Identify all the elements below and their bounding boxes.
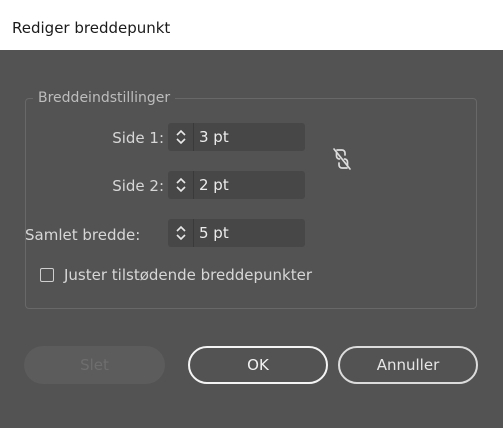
ok-button-label: OK bbox=[247, 356, 269, 374]
side2-stepper[interactable]: 2 pt bbox=[168, 171, 305, 199]
edit-width-point-dialog: Rediger breddepunkt Breddeindstillinger … bbox=[0, 0, 503, 428]
cancel-button-label: Annuller bbox=[376, 356, 440, 374]
side2-label: Side 2: bbox=[112, 177, 164, 195]
ok-button[interactable]: OK bbox=[188, 346, 328, 384]
dialog-title: Rediger breddepunkt bbox=[12, 19, 171, 37]
total-width-label: Samlet bredde: bbox=[25, 226, 141, 244]
total-width-value[interactable]: 5 pt bbox=[199, 223, 229, 243]
delete-button[interactable]: Slet bbox=[24, 346, 165, 384]
side1-stepper[interactable]: 3 pt bbox=[168, 123, 305, 151]
total-width-stepper[interactable]: 5 pt bbox=[168, 219, 305, 247]
side1-label: Side 1: bbox=[112, 129, 164, 147]
side1-spin-icon[interactable] bbox=[168, 123, 194, 151]
width-settings-legend: Breddeindstillinger bbox=[33, 89, 176, 107]
total-width-spin-icon[interactable] bbox=[168, 219, 194, 247]
adjust-adjacent-checkbox[interactable] bbox=[40, 268, 54, 282]
delete-button-label: Slet bbox=[80, 356, 109, 374]
side2-spin-icon[interactable] bbox=[168, 171, 194, 199]
side1-value[interactable]: 3 pt bbox=[199, 127, 229, 147]
side2-value[interactable]: 2 pt bbox=[199, 175, 229, 195]
cancel-button[interactable]: Annuller bbox=[338, 346, 478, 384]
unlink-chain-icon[interactable] bbox=[330, 146, 354, 172]
dialog-titlebar: Rediger breddepunkt bbox=[0, 0, 503, 50]
adjust-adjacent-label[interactable]: Juster tilstødende breddepunkter bbox=[64, 266, 312, 284]
